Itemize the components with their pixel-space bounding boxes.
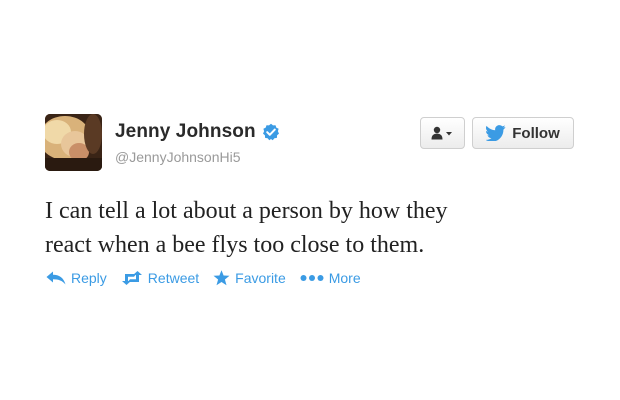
follow-label: Follow: [512, 124, 560, 142]
ellipsis-icon: [300, 275, 324, 281]
reply-icon: [46, 271, 66, 285]
user-actions-dropdown-button[interactable]: [420, 117, 465, 149]
person-dropdown-icon: [431, 126, 452, 140]
follow-button[interactable]: Follow: [472, 117, 574, 149]
avatar[interactable]: [45, 114, 102, 171]
more-action[interactable]: More: [300, 270, 361, 286]
tweet-line: react when a bee flys too close to them.: [45, 232, 425, 258]
verified-badge-icon: [262, 123, 279, 141]
retweet-label: Retweet: [147, 270, 200, 286]
favorite-label: Favorite: [235, 270, 286, 286]
twitter-bird-icon: [486, 125, 506, 141]
reply-action[interactable]: Reply: [46, 270, 107, 286]
retweet-action[interactable]: Retweet: [121, 270, 199, 286]
avatar-photo: [45, 114, 102, 171]
user-info: Jenny Johnson @JennyJohnsonHi5: [115, 118, 280, 165]
tweet-text: I can tell a lot about a person by how t…: [45, 194, 575, 262]
more-label: More: [328, 270, 361, 286]
name-row: Jenny Johnson: [115, 118, 280, 146]
tweet-card: Jenny Johnson @JennyJohnsonHi5 Follow I …: [45, 114, 575, 294]
favorite-action[interactable]: Favorite: [213, 270, 286, 286]
user-full-name[interactable]: Jenny Johnson: [115, 121, 256, 143]
star-icon: [213, 270, 230, 286]
retweet-icon: [121, 271, 142, 285]
reply-label: Reply: [71, 270, 107, 286]
tweet-actions: Reply Retweet Favorite More: [46, 270, 375, 286]
user-handle[interactable]: @JennyJohnsonHi5: [115, 149, 280, 165]
tweet-line: I can tell a lot about a person by how t…: [45, 198, 448, 224]
